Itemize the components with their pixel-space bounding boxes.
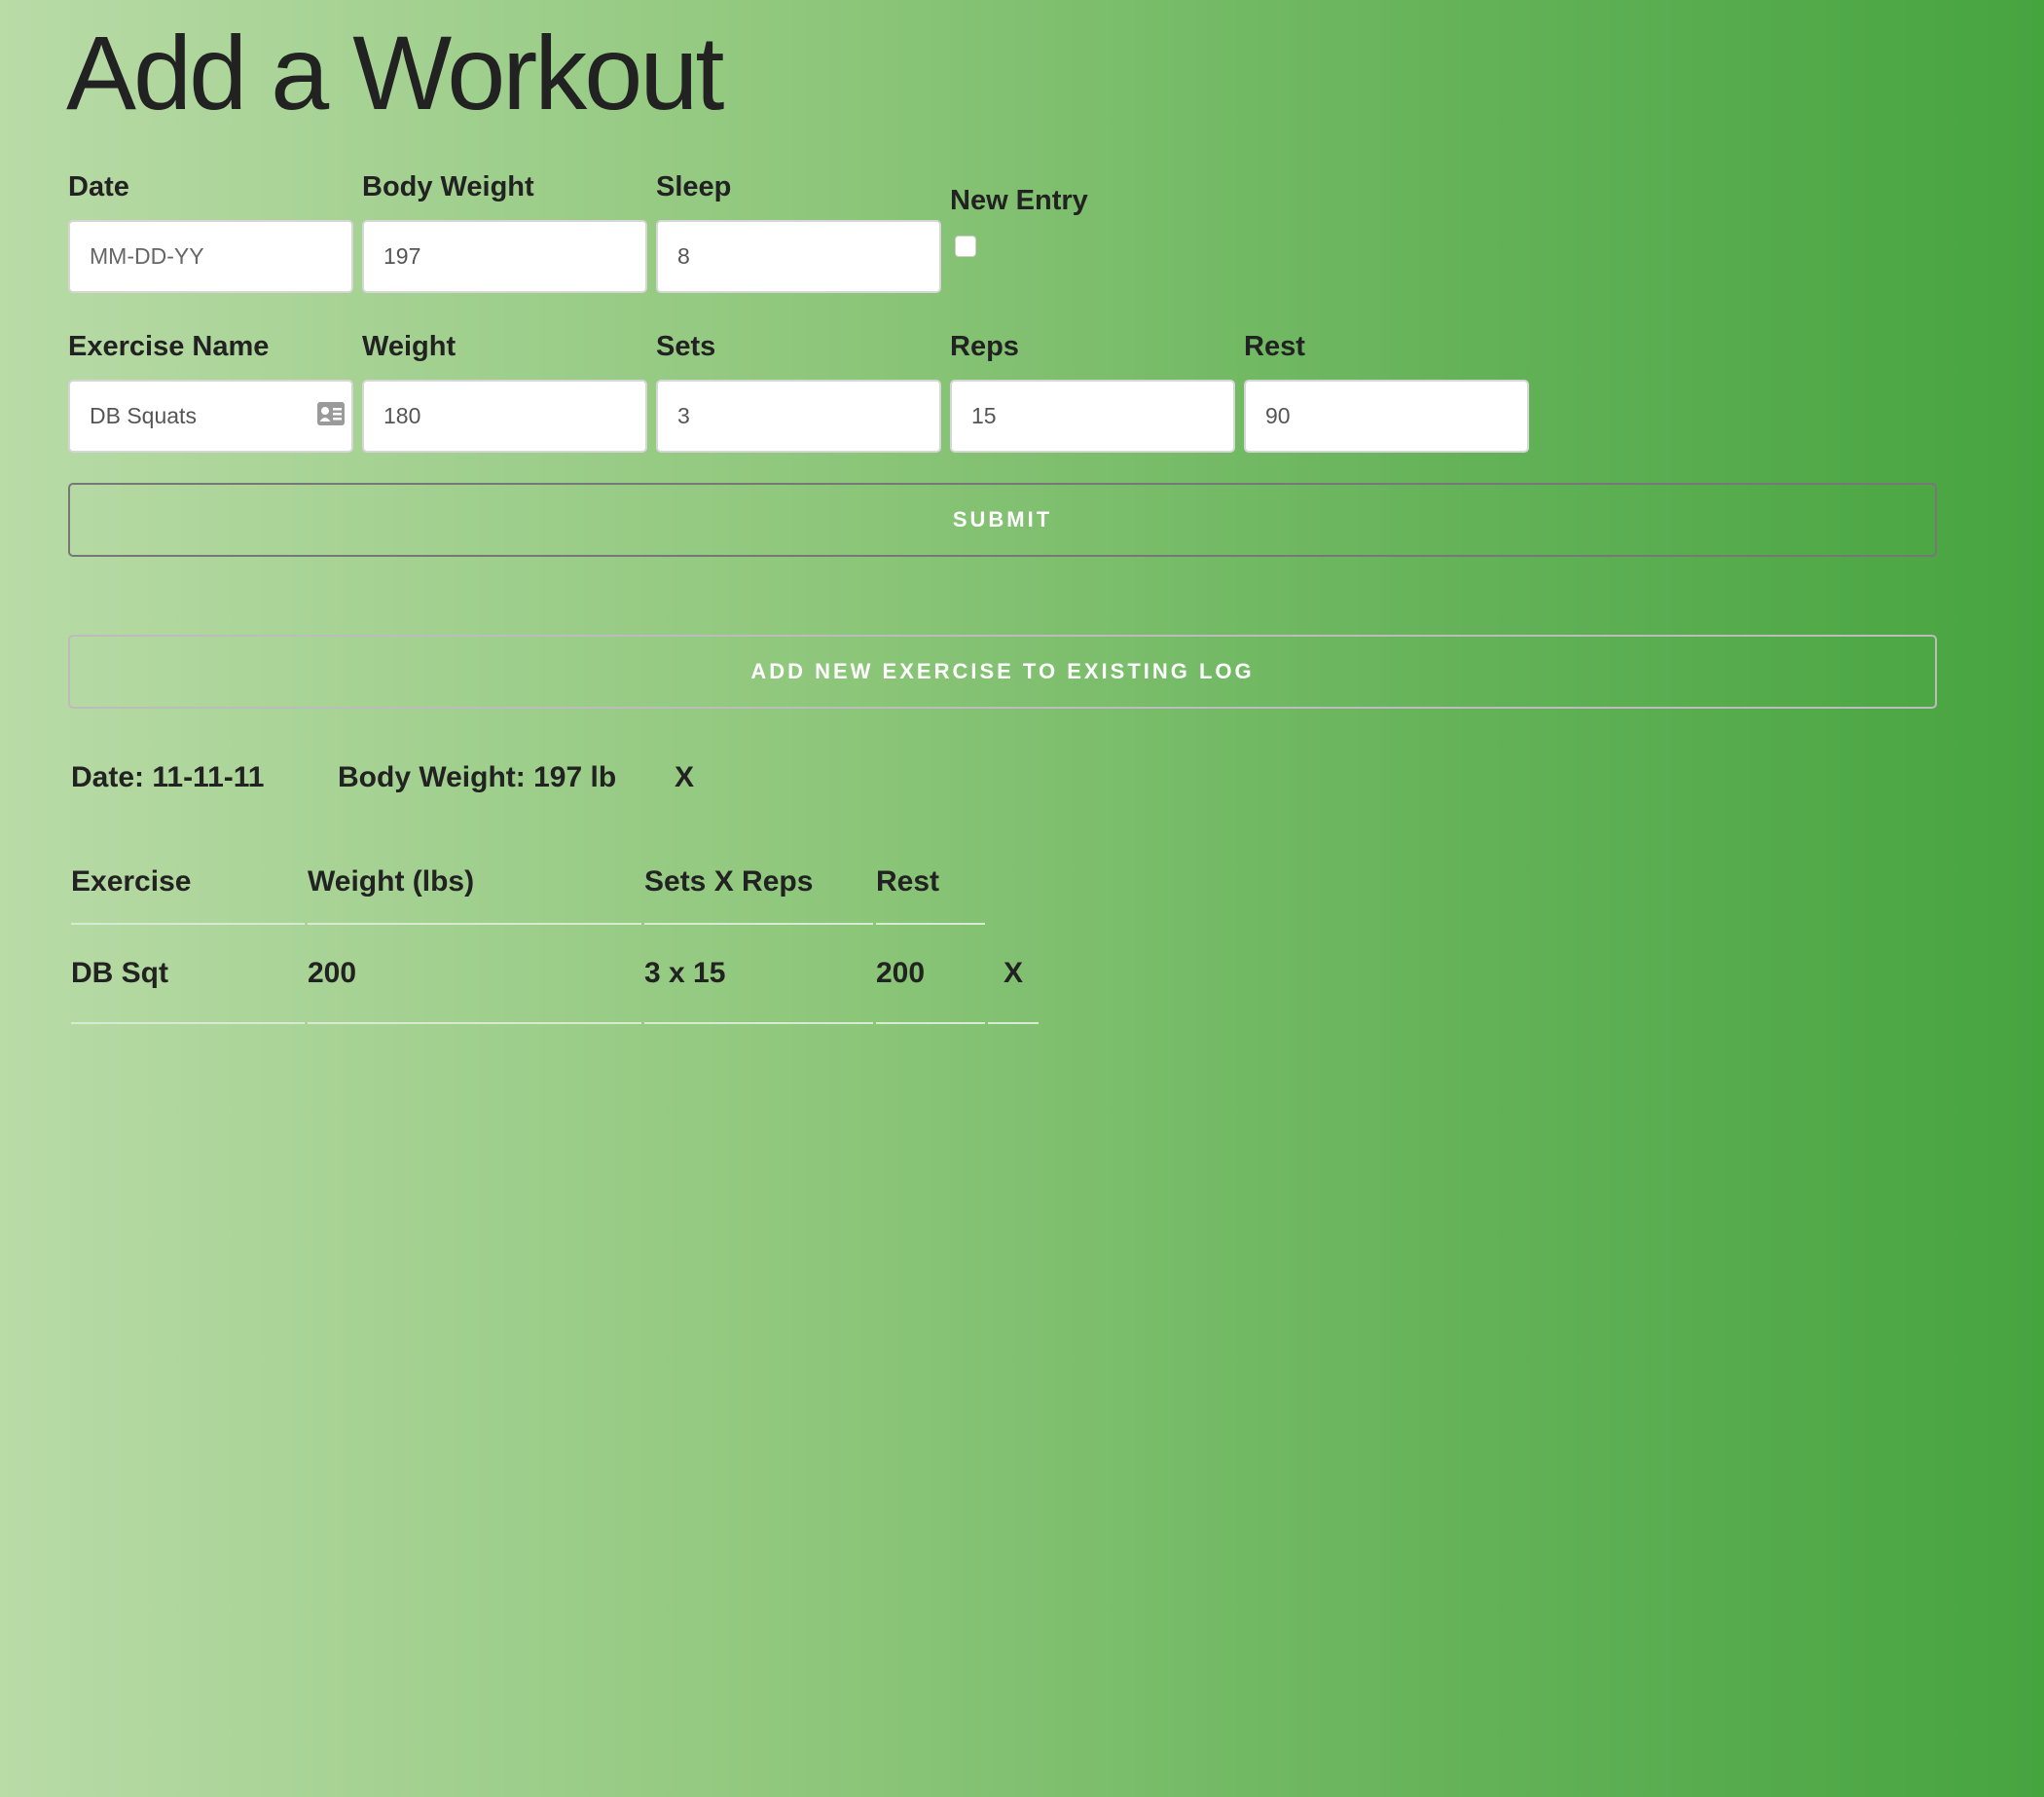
body-weight-input[interactable]: [362, 220, 647, 293]
reps-field: Reps: [950, 331, 1235, 453]
contact-card-icon[interactable]: [316, 401, 346, 426]
table-header-row: Exercise Weight (lbs) Sets X Reps Rest: [71, 839, 1039, 925]
sets-field: Sets: [656, 331, 941, 453]
body-weight-label: Body Weight: [362, 171, 534, 202]
delete-log-button[interactable]: X: [675, 761, 694, 794]
column-header-exercise: Exercise: [71, 839, 305, 925]
reps-label: Reps: [950, 331, 1019, 362]
rest-input[interactable]: [1244, 380, 1529, 453]
body-weight-field: Body Weight: [362, 171, 647, 293]
cell-weight: 200: [308, 925, 641, 1024]
new-entry-checkbox[interactable]: [955, 236, 976, 257]
cell-rest: 200: [876, 925, 985, 1024]
new-entry-field: New Entry: [950, 171, 1235, 293]
column-header-weight: Weight (lbs): [308, 839, 641, 925]
sets-input[interactable]: [656, 380, 941, 453]
exercise-name-label: Exercise Name: [68, 331, 270, 362]
entry-row: Date Body Weight Sleep New Entry: [68, 171, 1235, 293]
cell-sets-reps: 3 x 15: [644, 925, 873, 1024]
exercise-name-input[interactable]: [68, 380, 353, 453]
log-body-weight: Body Weight: 197 lb: [338, 761, 617, 793]
table-row: DB Sqt 200 3 x 15 200 X: [71, 925, 1039, 1024]
weight-field: Weight: [362, 331, 647, 453]
reps-input[interactable]: [950, 380, 1235, 453]
new-entry-label: New Entry: [950, 185, 1088, 216]
column-header-sets-reps: Sets X Reps: [644, 839, 873, 925]
date-field: Date: [68, 171, 353, 293]
weight-label: Weight: [362, 331, 456, 362]
page-title: Add a Workout: [66, 14, 724, 131]
delete-row-button[interactable]: X: [988, 925, 1039, 1024]
log-date: Date: 11-11-11: [71, 761, 265, 793]
submit-button[interactable]: Submit: [68, 483, 1937, 557]
sleep-label: Sleep: [656, 171, 732, 202]
sleep-input[interactable]: [656, 220, 941, 293]
date-label: Date: [68, 171, 129, 202]
rest-field: Rest: [1244, 331, 1529, 453]
cell-exercise: DB Sqt: [71, 925, 305, 1024]
exercise-name-field: Exercise Name: [68, 331, 353, 453]
rest-label: Rest: [1244, 331, 1305, 362]
column-header-rest: Rest: [876, 839, 985, 925]
exercise-row: Exercise Name Weight Sets: [68, 331, 1529, 453]
sleep-field: Sleep: [656, 171, 941, 293]
add-to-existing-log-button[interactable]: Add new exercise to existing log: [68, 635, 1937, 709]
column-header-empty: [988, 839, 1039, 925]
date-input[interactable]: [68, 220, 353, 293]
weight-input[interactable]: [362, 380, 647, 453]
exercise-table: Exercise Weight (lbs) Sets X Reps Rest D…: [68, 839, 1041, 1024]
sets-label: Sets: [656, 331, 716, 362]
